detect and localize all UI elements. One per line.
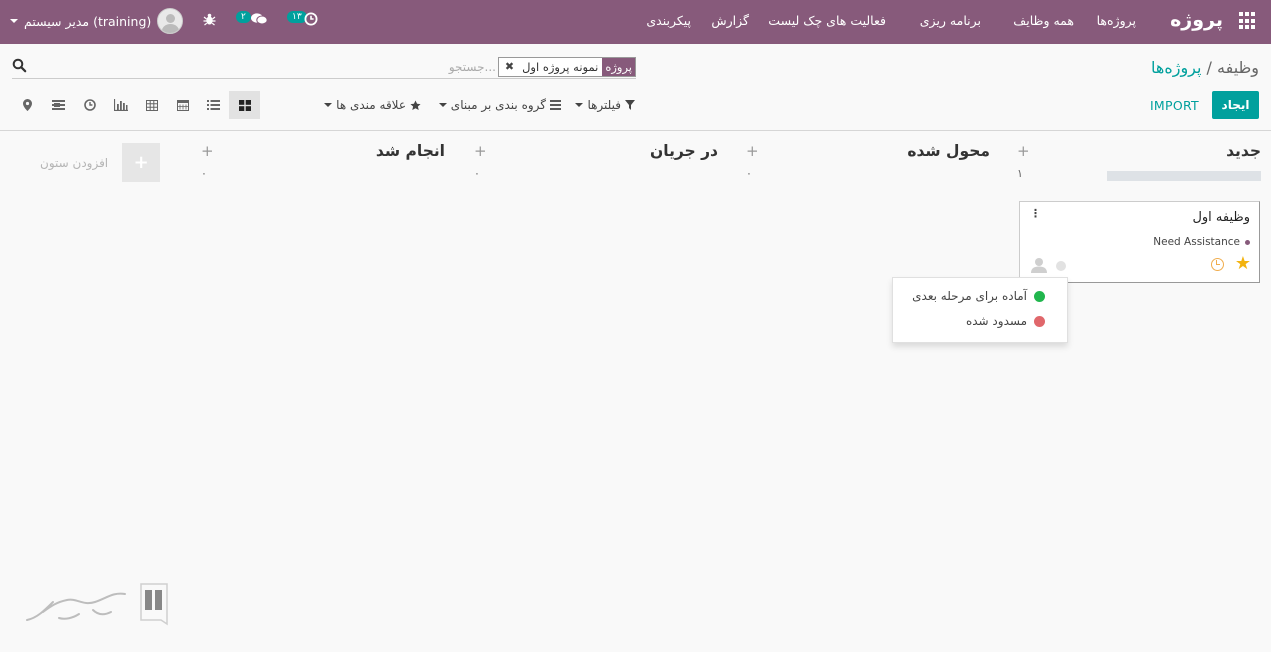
filters-label: فیلترها bbox=[587, 98, 621, 112]
import-button[interactable]: IMPORT bbox=[1150, 98, 1199, 113]
chevron-down-icon bbox=[575, 103, 584, 107]
quick-create-plus-icon[interactable]: + bbox=[474, 142, 487, 160]
breadcrumb: وظیفه / پروژه‌ها bbox=[1151, 58, 1259, 77]
graph-icon[interactable] bbox=[105, 91, 136, 119]
search-icon[interactable] bbox=[12, 58, 27, 73]
quick-create-plus-icon[interactable]: + bbox=[1017, 142, 1030, 160]
tag-color-dot bbox=[1245, 239, 1250, 245]
avatar bbox=[157, 8, 184, 34]
app-title: پروژه bbox=[1170, 9, 1223, 31]
menu-projects[interactable]: پروژه‌ها bbox=[1097, 13, 1136, 28]
search-facet-project: ✖ نمونه پروژه اول پروژه bbox=[497, 57, 636, 77]
user-placeholder-icon[interactable] bbox=[1031, 257, 1047, 273]
card-tag-label: Need Assistance bbox=[1153, 236, 1240, 248]
facet-remove-icon[interactable]: ✖ bbox=[499, 58, 518, 76]
card-tag: Need Assistance bbox=[1153, 236, 1250, 248]
favorites-label: علاقه مندی ها bbox=[336, 98, 406, 112]
menu-all-tasks[interactable]: همه وظایف bbox=[1013, 13, 1074, 28]
groupby-dropdown[interactable]: گروه بندی بر مبنای bbox=[438, 98, 561, 112]
add-column-label: افزودن ستون bbox=[40, 155, 109, 170]
user-name: مدیر سیستم (training) bbox=[24, 13, 152, 29]
gantt-icon[interactable] bbox=[43, 91, 74, 119]
kanban-state-menu: آماده برای مرحله بعدی مسدود شده bbox=[892, 277, 1068, 343]
column-count: ۰ bbox=[201, 167, 207, 180]
filter-icon bbox=[625, 100, 635, 110]
chevron-down-icon bbox=[10, 19, 18, 23]
activity-icon[interactable] bbox=[74, 91, 105, 119]
search-bar[interactable]: جستجو... ✖ نمونه پروژه اول پروژه bbox=[12, 56, 636, 79]
activity-clock-icon[interactable] bbox=[1211, 258, 1224, 271]
list-icon[interactable] bbox=[198, 91, 229, 119]
facet-value: نمونه پروژه اول bbox=[522, 60, 599, 74]
kanban-card[interactable]: ⋮ وظیفه اول Need Assistance ★ bbox=[1019, 201, 1260, 283]
column-progress-bar bbox=[1107, 171, 1261, 181]
facet-label: پروژه bbox=[602, 58, 635, 76]
card-title: وظیفه اول bbox=[1192, 210, 1250, 225]
state-option-label: آماده برای مرحله بعدی bbox=[912, 289, 1027, 303]
favorites-dropdown[interactable]: علاقه مندی ها bbox=[324, 98, 421, 112]
kanban-icon[interactable] bbox=[229, 91, 260, 119]
green-status-dot bbox=[1034, 290, 1045, 302]
calendar-icon[interactable] bbox=[167, 91, 198, 119]
column-title: جدید bbox=[1226, 142, 1261, 160]
chevron-down-icon bbox=[438, 103, 447, 107]
bars-icon bbox=[550, 100, 561, 110]
clock-icon[interactable] bbox=[304, 12, 318, 26]
column-title: انجام شد bbox=[375, 142, 445, 160]
top-navbar: پروژه پروژه‌ها همه وظایف برنامه ریزی فعا… bbox=[0, 0, 1271, 44]
message-count-badge: ۲ bbox=[236, 11, 251, 23]
column-title: محول شده bbox=[907, 142, 990, 160]
column-count: ۰ bbox=[746, 167, 752, 180]
filters-dropdown[interactable]: فیلترها bbox=[575, 98, 635, 112]
create-button[interactable]: ایجاد bbox=[1212, 91, 1259, 119]
watermark-logo bbox=[26, 583, 168, 626]
plus-icon: + bbox=[122, 143, 161, 182]
quick-create-plus-icon[interactable]: + bbox=[746, 142, 759, 160]
map-icon[interactable] bbox=[12, 91, 43, 119]
search-input[interactable]: جستجو... bbox=[449, 60, 496, 74]
priority-star-icon[interactable]: ★ bbox=[1235, 255, 1251, 273]
chevron-down-icon bbox=[324, 103, 333, 107]
control-panel-divider bbox=[0, 130, 1271, 131]
column-count: ۰ bbox=[474, 167, 480, 180]
breadcrumb-separator: / bbox=[1206, 58, 1212, 77]
apps-menu-icon[interactable] bbox=[1239, 12, 1257, 30]
menu-reporting[interactable]: گزارش bbox=[711, 13, 749, 28]
star-icon bbox=[410, 99, 421, 110]
breadcrumb-current: وظیفه bbox=[1217, 58, 1259, 77]
user-menu[interactable]: مدیر سیستم (training) bbox=[10, 8, 184, 34]
state-option-label: مسدود شده bbox=[965, 314, 1027, 328]
view-switcher bbox=[12, 91, 260, 119]
pivot-icon[interactable] bbox=[136, 91, 167, 119]
menu-configuration[interactable]: پیکربندی bbox=[646, 13, 691, 28]
state-option-blocked[interactable]: مسدود شده bbox=[966, 314, 1045, 328]
column-count: ۱ bbox=[1017, 167, 1023, 180]
state-option-ready[interactable]: آماده برای مرحله بعدی bbox=[912, 289, 1045, 303]
add-column-button[interactable]: افزودن ستون + bbox=[40, 143, 161, 182]
menu-checklist-activities[interactable]: فعالیت های چک لیست bbox=[768, 13, 886, 28]
quick-create-plus-icon[interactable]: + bbox=[201, 142, 214, 160]
column-title: در جریان bbox=[650, 142, 718, 160]
card-menu-icon[interactable]: ⋮ bbox=[1030, 207, 1041, 220]
bug-icon[interactable] bbox=[203, 13, 216, 26]
breadcrumb-projects-link[interactable]: پروژه‌ها bbox=[1151, 58, 1201, 77]
chat-icon[interactable] bbox=[250, 12, 268, 26]
red-status-dot bbox=[1034, 315, 1045, 327]
groupby-label: گروه بندی بر مبنای bbox=[450, 98, 546, 112]
kanban-state-toggle[interactable] bbox=[1056, 261, 1066, 271]
menu-planning[interactable]: برنامه ریزی bbox=[920, 13, 981, 28]
